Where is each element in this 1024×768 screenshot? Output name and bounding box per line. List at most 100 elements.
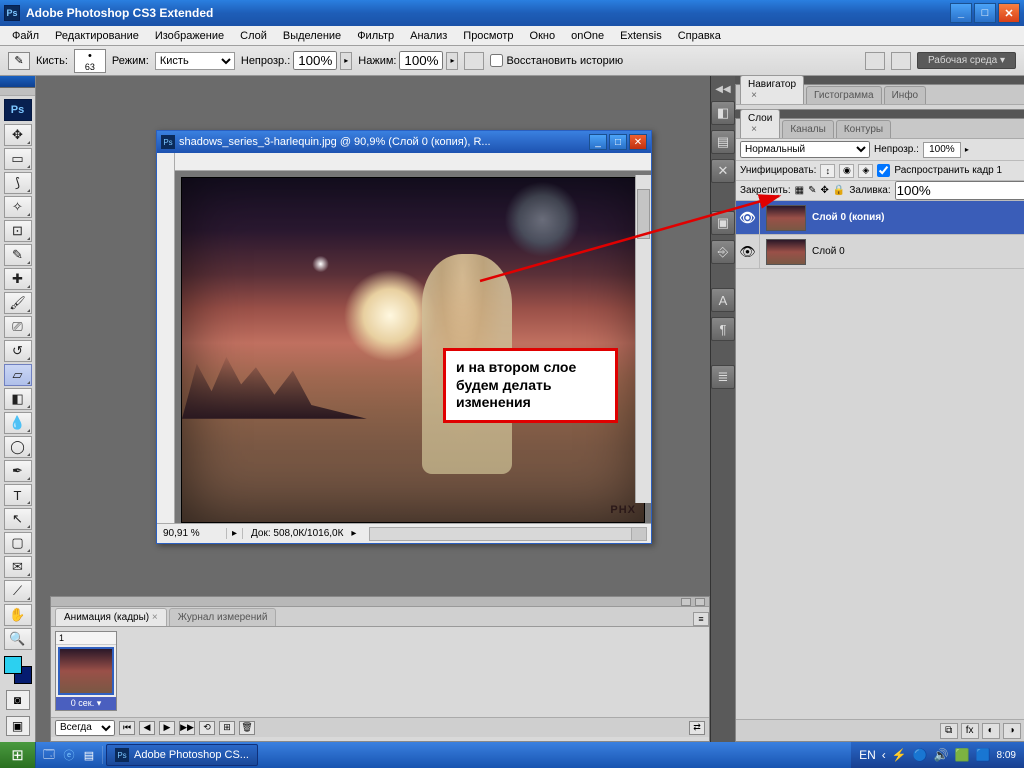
layer-thumbnail[interactable] bbox=[766, 239, 806, 265]
delete-frame-button[interactable]: 🗑 bbox=[239, 721, 255, 735]
menu-edit[interactable]: Редактирование bbox=[47, 28, 147, 44]
adjustment-layer-button[interactable]: ◑ bbox=[1003, 723, 1021, 739]
unify-vis-icon[interactable]: ◉ bbox=[839, 164, 854, 178]
menu-select[interactable]: Выделение bbox=[275, 28, 349, 44]
layer-name[interactable]: Слой 0 (копия) bbox=[812, 212, 884, 223]
tray-app2-icon[interactable]: 🟦 bbox=[976, 748, 991, 762]
opacity-arrow[interactable]: ▸ bbox=[340, 52, 352, 70]
visibility-icon[interactable]: 👁 bbox=[736, 235, 760, 268]
blend-mode-select[interactable]: Нормальный bbox=[740, 141, 870, 158]
propagate-checkbox[interactable] bbox=[877, 164, 890, 177]
tray-shield-icon[interactable]: 🔵 bbox=[913, 748, 928, 762]
tab-info[interactable]: Инфо bbox=[884, 86, 927, 104]
tray-arrow-icon[interactable]: ‹ bbox=[882, 748, 886, 762]
tab-navigator[interactable]: Навигатор × bbox=[740, 75, 804, 104]
first-frame-button[interactable]: ⏮ bbox=[119, 721, 135, 735]
doc-maximize-button[interactable]: □ bbox=[609, 134, 627, 150]
marquee-tool[interactable]: ▭ bbox=[4, 148, 32, 170]
brush-tool[interactable]: 🖌 bbox=[4, 292, 32, 314]
palette-icon[interactable] bbox=[865, 52, 885, 70]
menu-view[interactable]: Просмотр bbox=[455, 28, 521, 44]
flow-input[interactable] bbox=[399, 51, 443, 70]
doc-scrollbar-horizontal[interactable] bbox=[369, 527, 647, 541]
eyedropper2-tool[interactable]: ⟋ bbox=[4, 580, 32, 602]
mode-select[interactable]: Кисть bbox=[155, 52, 235, 70]
layer-name[interactable]: Слой 0 bbox=[812, 246, 845, 257]
menu-filter[interactable]: Фильтр bbox=[349, 28, 402, 44]
current-tool-icon[interactable]: ✎ bbox=[8, 52, 30, 70]
history-brush-tool[interactable]: ↺ bbox=[4, 340, 32, 362]
tray-net-icon[interactable]: ⚡ bbox=[892, 748, 907, 762]
crop-tool[interactable]: ⊡ bbox=[4, 220, 32, 242]
panel-close-button[interactable] bbox=[695, 598, 705, 606]
dodge-tool[interactable]: ◯ bbox=[4, 436, 32, 458]
tray-vol-icon[interactable]: 🔊 bbox=[934, 748, 949, 762]
layer-row[interactable]: 👁 Слой 0 (копия) bbox=[736, 201, 1024, 235]
tab-layers[interactable]: Слои × bbox=[740, 109, 780, 138]
menu-onone[interactable]: onOne bbox=[563, 28, 612, 44]
path-tool[interactable]: ↖ bbox=[4, 508, 32, 530]
restore-history-checkbox[interactable] bbox=[490, 54, 503, 67]
tray-app-icon[interactable]: 🟩 bbox=[955, 748, 970, 762]
link-layers-button[interactable]: ⧉ bbox=[940, 723, 958, 739]
eyedropper-tool[interactable]: ✎ bbox=[4, 244, 32, 266]
unify-style-icon[interactable]: ◈ bbox=[858, 164, 873, 178]
screenmode-button[interactable]: ▣ bbox=[6, 716, 30, 736]
pen-tool[interactable]: ✒ bbox=[4, 460, 32, 482]
workspace-selector[interactable]: Рабочая среда ▾ bbox=[917, 52, 1016, 69]
document-window[interactable]: Ps shadows_series_3-harlequin.jpg @ 90,9… bbox=[156, 130, 652, 544]
lock-pos-icon[interactable]: ✥ bbox=[821, 185, 829, 196]
lock-transp-icon[interactable]: ▦ bbox=[795, 185, 804, 196]
menu-help[interactable]: Справка bbox=[670, 28, 729, 44]
play-button[interactable]: ▶ bbox=[159, 721, 175, 735]
menu-extensis[interactable]: Extensis bbox=[612, 28, 670, 44]
tray-clock[interactable]: 8:09 bbox=[997, 750, 1016, 761]
menu-image[interactable]: Изображение bbox=[147, 28, 232, 44]
doc-close-button[interactable]: ✕ bbox=[629, 134, 647, 150]
flow-arrow[interactable]: ▸ bbox=[446, 52, 458, 70]
layer-row[interactable]: 👁 Слой 0 bbox=[736, 235, 1024, 269]
wand-tool[interactable]: ✧ bbox=[4, 196, 32, 218]
ql-ie-icon[interactable]: ⓔ bbox=[60, 746, 78, 764]
menu-file[interactable]: Файл bbox=[4, 28, 47, 44]
lasso-tool[interactable]: ⟆ bbox=[4, 172, 32, 194]
window-maximize-button[interactable]: □ bbox=[974, 3, 996, 23]
opacity-input[interactable] bbox=[293, 51, 337, 70]
layer-mask-button[interactable]: ◐ bbox=[982, 723, 1000, 739]
panel-collapse-button[interactable] bbox=[681, 598, 691, 606]
frame-thumbnail[interactable]: 1 0 сек. ▾ bbox=[55, 631, 117, 711]
bridge-icon[interactable] bbox=[891, 52, 911, 70]
lang-indicator[interactable]: EN bbox=[859, 748, 876, 762]
dock-character-icon[interactable]: A bbox=[711, 288, 735, 312]
doc-scrollbar-vertical[interactable] bbox=[635, 175, 651, 503]
ps-badge[interactable]: Ps bbox=[4, 99, 32, 121]
blur-tool[interactable]: 💧 bbox=[4, 412, 32, 434]
unify-pos-icon[interactable]: ↕ bbox=[820, 164, 835, 178]
dock-color-icon[interactable]: ▤ bbox=[711, 130, 735, 154]
layer-thumbnail[interactable] bbox=[766, 205, 806, 231]
menu-analysis[interactable]: Анализ bbox=[402, 28, 455, 44]
hand-tool[interactable]: ✋ bbox=[4, 604, 32, 626]
foreground-color[interactable] bbox=[4, 656, 22, 674]
docsize-readout[interactable]: Док: 508,0К/1016,0К bbox=[243, 528, 351, 539]
stamp-tool[interactable]: ⎚ bbox=[4, 316, 32, 338]
convert-timeline-button[interactable]: ⇄ bbox=[689, 721, 705, 735]
prev-frame-button[interactable]: ◀ bbox=[139, 721, 155, 735]
dock-tools-icon[interactable]: ✕ bbox=[711, 159, 735, 183]
shape-tool[interactable]: ▢ bbox=[4, 532, 32, 554]
quickmask-button[interactable]: ◙ bbox=[6, 690, 30, 710]
dock-navigator-icon[interactable]: ◧ bbox=[711, 101, 735, 125]
tab-animation[interactable]: Анимация (кадры) × bbox=[55, 608, 167, 626]
menu-window[interactable]: Окно bbox=[522, 28, 564, 44]
loop-select[interactable]: Всегда bbox=[55, 720, 115, 736]
dock-paragraph-icon[interactable]: ¶ bbox=[711, 317, 735, 341]
dock-expand-icon[interactable]: ◀◀ bbox=[711, 82, 735, 96]
tab-channels[interactable]: Каналы bbox=[782, 120, 834, 138]
tween-button[interactable]: ⟲ bbox=[199, 721, 215, 735]
start-button[interactable]: ⊞ bbox=[0, 742, 36, 768]
visibility-icon[interactable]: 👁 bbox=[736, 201, 760, 234]
zoom-tool[interactable]: 🔍 bbox=[4, 628, 32, 650]
airbrush-icon[interactable] bbox=[464, 52, 484, 70]
document-titlebar[interactable]: Ps shadows_series_3-harlequin.jpg @ 90,9… bbox=[157, 131, 651, 153]
ql-tc-icon[interactable]: 🗔 bbox=[40, 746, 58, 764]
